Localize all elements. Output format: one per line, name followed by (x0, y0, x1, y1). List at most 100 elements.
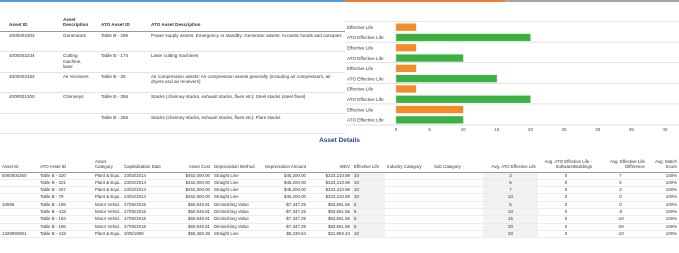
details-col-header[interactable]: Asset Category (93, 145, 122, 173)
asset-description-cell: Generators (54, 31, 92, 52)
bar (396, 75, 497, 83)
asset-mapping-row[interactable]: Table B - 356 Stacks (chimney stacks, exh… (0, 113, 345, 134)
col-asset-description[interactable]: Asset Description (54, 6, 92, 32)
details-col-header[interactable]: Industry Category (385, 145, 432, 173)
details-row[interactable]: 5000000260 Table B - 320 Plant & Equi.. 23/… (0, 172, 679, 180)
details-cell: $45,200.00 (257, 172, 308, 180)
details-cell: 100% (647, 215, 679, 224)
details-col-header[interactable]: Effective Life (352, 145, 385, 173)
details-cell: Plant & Equi.. (93, 229, 122, 239)
top-accent-bar (0, 0, 679, 4)
col-asset-id[interactable]: Asset ID (0, 6, 54, 32)
details-row[interactable]: Table B - 79 Plant & Equi.. 23/02/2014 $452… (0, 193, 679, 202)
details-col-header[interactable]: Avg. Effective Life Difference (594, 145, 647, 173)
details-cell (0, 215, 38, 224)
col-ato-asset-description[interactable]: ATO Asset Description (142, 6, 345, 32)
details-cell: -29 (594, 223, 647, 231)
details-cell (432, 179, 483, 188)
bar (396, 54, 464, 62)
details-cell (432, 215, 483, 224)
details-cell (385, 229, 432, 239)
details-cell: $31,983.24 (308, 229, 352, 239)
details-cell: 5 (483, 200, 538, 210)
tab-indicator-orange[interactable] (345, 0, 505, 2)
details-cell: $323,210.98 (308, 172, 352, 180)
bar (396, 23, 417, 31)
category-label: ATO Effective Life (347, 56, 384, 61)
bar (396, 44, 417, 52)
details-cell: 0 (538, 200, 594, 210)
ato-asset-id-cell: Table B - 25 (92, 72, 142, 93)
details-cell: 27/05/2016 (122, 215, 166, 224)
details-cell: 100% (647, 223, 679, 231)
details-row[interactable]: 1329990001 Table B - 419 Plant & Equi.. 3/0… (0, 229, 679, 239)
details-col-header[interactable]: Avg. ATO Effective Life - Software/Build… (538, 145, 594, 173)
bar (396, 105, 464, 114)
details-cell: $45,200.00 (257, 193, 308, 202)
details-row[interactable]: Table B - 186 Motor Vehicl.. 27/05/2016 $60… (0, 223, 679, 231)
tab-indicator-blue[interactable] (0, 0, 345, 2)
details-col-header[interactable]: Asset ID (0, 145, 38, 173)
details-cell: 100% (647, 200, 679, 210)
details-cell: Table B - 320 (38, 172, 93, 180)
details-cell: $45,200.00 (257, 186, 308, 195)
details-cell: 5 (352, 200, 385, 210)
details-cell (385, 186, 432, 195)
details-col-header[interactable]: ATO Asset ID (38, 145, 93, 173)
details-cell: Table B - 185 (38, 200, 93, 210)
details-cell (0, 208, 38, 217)
asset-mapping-table: Asset ID Asset Description ATO Asset ID … (0, 6, 345, 134)
details-cell: 10 (352, 229, 385, 239)
details-cell: 10 (483, 193, 538, 202)
category-label: ATO Effective Life (347, 118, 384, 123)
details-cell: $60,946.81 (166, 200, 212, 210)
details-cell: -$7,347.25 (257, 215, 308, 224)
ato-asset-description-cell: Laser cutting machines (142, 51, 345, 73)
asset-id-cell (0, 113, 54, 134)
tab-indicator-grey[interactable] (505, 0, 679, 2)
x-tick-label: 20 (528, 127, 533, 132)
asset-mapping-row[interactable]: 4000002234 Cutting machine, laser Table B … (0, 51, 345, 73)
details-cell: $323,210.98 (308, 186, 352, 195)
details-cell (0, 193, 38, 202)
details-row[interactable]: Table B - 418 Motor Vehicl.. 27/05/2016 $60… (0, 208, 679, 217)
details-cell: $53,681.56 (308, 200, 352, 210)
details-cell (432, 172, 483, 180)
details-row[interactable]: Table B - 184 Motor Vehicl.. 27/05/2016 $60… (0, 215, 679, 224)
category-label: Effective Life (347, 25, 374, 30)
details-cell: 100% (647, 229, 679, 239)
details-col-header[interactable]: Avg. ATO Effective Life (483, 145, 538, 173)
details-cell (385, 172, 432, 180)
category-label: Effective Life (347, 87, 374, 92)
details-cell: $452,000.00 (166, 193, 212, 202)
details-col-header[interactable]: Asset Cost (166, 145, 212, 173)
details-row[interactable]: 10096 Table B - 185 Motor Vehicl.. 27/05/20… (0, 200, 679, 210)
asset-mapping-row[interactable]: 4000002153 Air receivers Table B - 25 Air c… (0, 72, 345, 93)
details-row[interactable]: Table B - 321 Plant & Equi.. 23/02/2014 $45… (0, 179, 679, 188)
details-cell: 10 (352, 179, 385, 188)
details-col-header[interactable]: Depreciation Method (212, 145, 257, 173)
x-tick-label: 30 (595, 127, 600, 132)
details-cell: 100% (647, 208, 679, 217)
asset-mapping-row[interactable]: 4000002303 Generators Table B - 296 Power s… (0, 31, 345, 52)
details-cell: 10 (352, 172, 385, 180)
details-cell (385, 208, 432, 217)
bar (396, 95, 531, 103)
details-cell: 27/05/2016 (122, 208, 166, 217)
asset-mapping-row[interactable]: 4000001300 Chimneys Table B - 356 Stacks (c… (0, 92, 345, 114)
details-cell: Plant & Equi.. (93, 179, 122, 188)
details-cell: 10 (483, 208, 538, 217)
details-col-header[interactable]: Capitalization Date (122, 145, 166, 173)
details-cell: 30 (483, 223, 538, 231)
details-row[interactable]: Table B - 327 Plant & Equi.. 23/02/2014 $45… (0, 186, 679, 195)
details-col-header[interactable]: Avg. Match Score (647, 145, 679, 173)
details-cell: Table B - 418 (38, 208, 93, 217)
details-col-header[interactable]: WDV (308, 145, 352, 173)
col-ato-asset-id[interactable]: ATO Asset ID (92, 6, 142, 32)
details-cell: 10096 (0, 200, 38, 210)
details-cell (0, 179, 38, 188)
details-cell: 5 (352, 223, 385, 231)
details-cell: 5 (483, 179, 538, 188)
details-col-header[interactable]: Sub Category (432, 145, 483, 173)
details-col-header[interactable]: Depreciation Amount (257, 145, 308, 173)
